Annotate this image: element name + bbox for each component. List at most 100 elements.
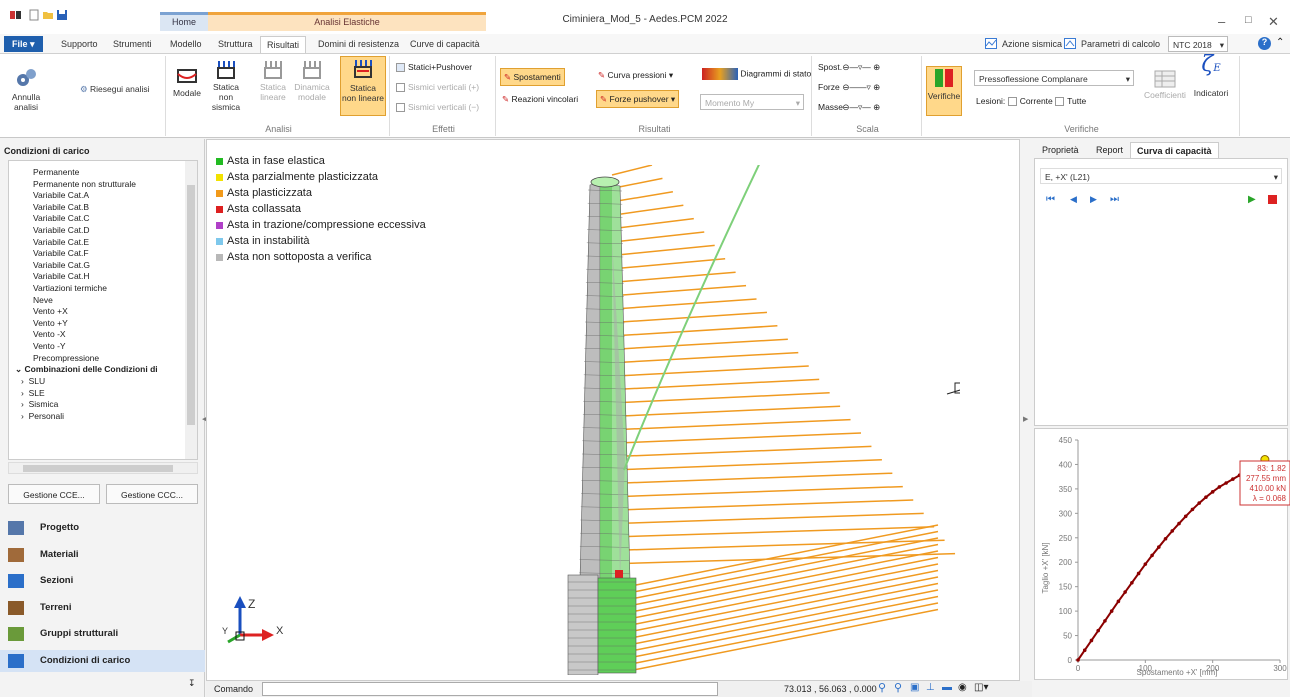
load-condition-item[interactable]: Variabile Cat.G xyxy=(33,260,90,270)
load-condition-item[interactable]: Variabile Cat.C xyxy=(33,213,90,223)
curva-pressioni-button[interactable]: ✎ Curva pressioni ▾ xyxy=(598,70,673,81)
layout-icon[interactable]: ◫▾ xyxy=(974,682,988,693)
command-input[interactable] xyxy=(262,682,718,696)
nav-item[interactable]: Materiali xyxy=(8,547,79,562)
play-icon[interactable]: ▶ xyxy=(1248,194,1256,205)
spost-slider[interactable]: Spost. ⊖—▿— ⊕ xyxy=(818,62,880,73)
indicatori-button[interactable]: ζE Indicatori xyxy=(1190,54,1232,99)
collapse-ribbon-icon[interactable]: ⌃ xyxy=(1276,37,1284,48)
sismici-plus-checkbox[interactable]: Sismici verticali (+) xyxy=(396,82,479,93)
diagrammi-stato-button[interactable]: Diagrammi di stato xyxy=(702,68,811,80)
first-icon[interactable]: ⏮ xyxy=(1046,194,1055,205)
measure-icon[interactable]: ▬ xyxy=(942,682,952,693)
nav-item[interactable]: Condizioni di carico xyxy=(8,653,130,668)
nav-expand-icon[interactable]: ↧ xyxy=(188,678,196,689)
load-condition-item[interactable]: Permanente non strutturale xyxy=(33,179,136,189)
help-icon[interactable]: ? xyxy=(1258,37,1271,50)
load-condition-item[interactable]: Variabile Cat.E xyxy=(33,237,89,247)
pressoflessione-select[interactable]: Pressoflessione Complanare ▾ xyxy=(974,70,1134,86)
load-condition-item[interactable]: Variabile Cat.A xyxy=(33,190,89,200)
load-condition-item[interactable]: Variabile Cat.B xyxy=(33,202,89,212)
coefficienti-button[interactable]: Coefficienti xyxy=(1142,70,1188,100)
riesegui-analisi-button[interactable]: ⚙ Riesegui analisi xyxy=(80,84,164,94)
tab-curve[interactable]: Curve di capacità xyxy=(404,36,486,53)
dinamica-modale-button[interactable]: Dinamica modale xyxy=(292,58,332,102)
tree-hscrollbar[interactable] xyxy=(8,462,198,474)
zoom-extents-icon[interactable]: ⚲ xyxy=(894,681,902,694)
last-icon[interactable]: ⏭ xyxy=(1110,194,1119,205)
close-icon[interactable]: ✕ xyxy=(1268,14,1279,30)
annulla-analisi-button[interactable]: Annulla analisi xyxy=(4,66,48,112)
forze-slider[interactable]: Forze ⊖——▿ ⊕ xyxy=(818,82,880,93)
tree-scrollbar[interactable] xyxy=(185,161,197,459)
load-condition-item[interactable]: Permanente xyxy=(33,167,79,177)
next-icon[interactable]: ▶ xyxy=(1090,194,1097,205)
sismici-minus-checkbox[interactable]: Sismici verticali (−) xyxy=(396,102,479,113)
masse-slider[interactable]: Masse ⊖—▿— ⊕ xyxy=(818,102,880,113)
plus-icon[interactable]: ⊕ xyxy=(873,102,880,112)
statica-lineare-button[interactable]: Statica lineare xyxy=(256,58,290,102)
tab-file[interactable]: File ▾ xyxy=(4,36,43,52)
nav-item[interactable]: Progetto xyxy=(8,521,79,535)
modale-button[interactable]: Modale xyxy=(172,64,202,98)
stop-icon[interactable] xyxy=(1268,195,1277,204)
tab-domini[interactable]: Domini di resistenza xyxy=(312,36,405,53)
zoom-icon[interactable]: ⚲ xyxy=(878,681,886,694)
chimney-model-view[interactable] xyxy=(540,165,960,675)
plus-icon[interactable]: ⊕ xyxy=(873,62,880,72)
load-condition-item[interactable]: Vento +X xyxy=(33,306,68,316)
corrente-checkbox[interactable] xyxy=(1007,97,1017,107)
tab-proprieta[interactable]: Proprietà xyxy=(1036,142,1085,158)
verifiche-button[interactable]: Verifiche xyxy=(926,66,962,116)
statica-non-sismica-button[interactable]: Statica non sismica xyxy=(206,58,246,112)
minus-icon[interactable]: ⊖ xyxy=(842,82,849,92)
spostamenti-button[interactable]: ✎ Spostamenti xyxy=(500,68,565,86)
reazioni-vincolari-button[interactable]: ✎ Reazioni vincolari xyxy=(502,94,578,105)
load-condition-item[interactable]: Vento -X xyxy=(33,329,66,339)
combination-item[interactable]: › SLU xyxy=(21,376,45,386)
tab-supporto[interactable]: Supporto xyxy=(55,36,104,53)
collapse-right-icon[interactable]: ▶ xyxy=(1023,415,1028,423)
plus-icon[interactable]: ⊕ xyxy=(873,82,880,92)
minus-icon[interactable]: ⊖ xyxy=(842,102,849,112)
forze-pushover-button[interactable]: ✎ Forze pushover ▾ xyxy=(596,90,680,108)
parametri-calcolo-button[interactable]: Parametri di calcolo xyxy=(1075,36,1166,53)
combinazioni-header[interactable]: ⌄ Combinazioni delle Condizioni di xyxy=(15,364,158,375)
load-condition-item[interactable]: Vento -Y xyxy=(33,341,66,351)
minimize-icon[interactable]: – xyxy=(1218,14,1225,29)
prev-icon[interactable]: ◀ xyxy=(1070,194,1077,205)
load-condition-item[interactable]: Neve xyxy=(33,295,53,305)
combination-item[interactable]: › Sismica xyxy=(21,399,58,409)
statica-non-lineare-button[interactable]: Statica non lineare xyxy=(340,56,386,116)
ntc-select[interactable]: NTC 2018 ▾ xyxy=(1168,36,1228,52)
curve-select[interactable]: E, +X' (L21) ▾ xyxy=(1040,168,1282,184)
tab-strumenti[interactable]: Strumenti xyxy=(107,36,158,53)
statici-pushover-checkbox[interactable]: Statici+Pushover xyxy=(396,62,472,73)
momento-select[interactable]: Momento My ▾ xyxy=(700,94,804,110)
tab-report[interactable]: Report xyxy=(1090,142,1129,158)
load-condition-item[interactable]: Vartiazioni termiche xyxy=(33,283,107,293)
azione-sismica-button[interactable]: Azione sismica xyxy=(996,36,1068,53)
combination-item[interactable]: › SLE xyxy=(21,388,45,398)
gestione-ccc-button[interactable]: Gestione CCC... xyxy=(106,484,198,504)
tab-modello[interactable]: Modello xyxy=(164,36,208,53)
combination-item[interactable]: › Personali xyxy=(21,411,64,421)
maximize-icon[interactable]: □ xyxy=(1245,14,1252,26)
tutte-checkbox[interactable] xyxy=(1055,97,1065,107)
load-condition-item[interactable]: Vento +Y xyxy=(33,318,68,328)
nav-item[interactable]: Terreni xyxy=(8,600,72,615)
camera-icon[interactable]: ◉ xyxy=(958,682,967,693)
load-condition-item[interactable]: Variabile Cat.F xyxy=(33,248,89,258)
view-icon[interactable]: ▣ xyxy=(910,682,919,693)
minus-icon[interactable]: ⊖ xyxy=(842,62,849,72)
tab-struttura[interactable]: Struttura xyxy=(212,36,259,53)
gestione-cce-button[interactable]: Gestione CCE... xyxy=(8,484,100,504)
tab-risultati[interactable]: Risultati xyxy=(260,36,307,53)
nav-item[interactable]: Gruppi strutturali xyxy=(8,627,118,641)
load-condition-item[interactable]: Precompressione xyxy=(33,353,99,363)
tab-curva-capacita[interactable]: Curva di capacità xyxy=(1130,142,1219,159)
axis-icon[interactable]: ⊥ xyxy=(926,682,935,693)
load-condition-item[interactable]: Variabile Cat.D xyxy=(33,225,90,235)
nav-item[interactable]: Sezioni xyxy=(8,574,73,588)
load-condition-item[interactable]: Variabile Cat.H xyxy=(33,271,90,281)
